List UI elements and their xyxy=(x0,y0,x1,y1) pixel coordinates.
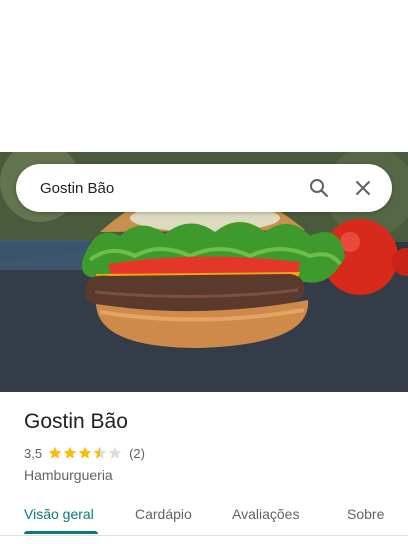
place-info: Gostin Bão 3,5 (2) Hamburgueria xyxy=(24,408,384,484)
star-icon xyxy=(48,446,62,459)
search-icon[interactable] xyxy=(304,173,334,203)
star-icon xyxy=(93,446,107,459)
rating-stars xyxy=(48,446,123,460)
rating-row[interactable]: 3,5 (2) xyxy=(24,444,384,462)
search-bar[interactable]: Gostin Bão xyxy=(16,164,392,212)
place-title: Gostin Bão xyxy=(24,410,128,433)
tab-about[interactable]: Sobre xyxy=(347,492,384,536)
review-count[interactable]: (2) xyxy=(129,446,145,461)
star-icon xyxy=(78,446,92,459)
tab-reviews[interactable]: Avaliações xyxy=(232,492,299,536)
search-input[interactable]: Gostin Bão xyxy=(40,180,290,197)
tab-menu[interactable]: Cardápio xyxy=(135,492,192,536)
close-icon[interactable] xyxy=(348,173,378,203)
place-category[interactable]: Hamburgueria xyxy=(24,466,384,484)
rating-value: 3,5 xyxy=(24,445,43,461)
place-tabs: Visão geral Cardápio Avaliações Sobre xyxy=(0,492,408,536)
active-tab-indicator xyxy=(24,531,98,534)
star-icon xyxy=(63,446,77,459)
tab-overview[interactable]: Visão geral xyxy=(24,492,94,536)
star-icon xyxy=(108,446,122,459)
tabs-divider xyxy=(0,535,408,536)
map-blank-area xyxy=(0,0,408,152)
